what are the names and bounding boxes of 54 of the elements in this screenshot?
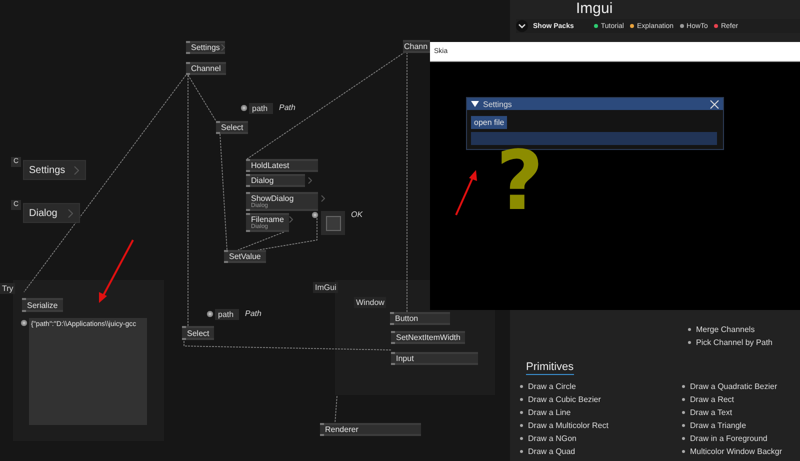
doc-link[interactable]: Draw a Circle (528, 382, 576, 391)
toggle-label: OK (351, 210, 363, 219)
doc-link[interactable]: Draw a Cubic Bezier (528, 395, 601, 404)
node[interactable]: Select (182, 326, 214, 340)
doc-link[interactable]: Merge Channels (696, 325, 755, 334)
toggle-checkbox[interactable] (321, 211, 345, 235)
doc-link[interactable]: Pick Channel by Path (696, 338, 772, 347)
doc-link[interactable]: Draw a Quadratic Bezier (690, 382, 778, 391)
collapse-triangle-icon[interactable] (471, 101, 479, 107)
close-icon[interactable] (710, 100, 719, 108)
node[interactable]: Chann (403, 40, 430, 53)
pin-label: Path (279, 103, 296, 112)
group-label: Window (354, 297, 386, 308)
node[interactable]: Button (390, 312, 450, 325)
doc-link[interactable]: Draw a Text (690, 408, 732, 417)
doc-link[interactable]: Draw a Line (528, 408, 571, 417)
node[interactable]: Select (216, 121, 248, 134)
node[interactable]: SetValue (224, 250, 266, 263)
doc-link[interactable]: Draw a NGon (528, 434, 576, 443)
doc-link[interactable]: Draw in a Foreground (690, 434, 768, 443)
page-heading: Imgui (575, 1, 614, 17)
group-label: ImGui (313, 282, 338, 293)
pin-icon[interactable] (241, 105, 247, 111)
pin-label: Path (245, 309, 262, 318)
node[interactable]: Channel (186, 62, 226, 75)
pin-value[interactable]: path (249, 103, 273, 114)
group-label: Try (0, 283, 16, 294)
chevron-down-icon (516, 20, 528, 32)
doc-link[interactable]: Draw a Quad (528, 447, 576, 456)
node[interactable]: Input (391, 352, 478, 365)
node[interactable]: HoldLatest (246, 159, 318, 172)
section-heading: Primitives (526, 361, 574, 375)
node[interactable]: Serialize (22, 298, 63, 312)
node[interactable]: Settings (186, 41, 225, 54)
pin-icon[interactable] (207, 311, 213, 317)
doc-link[interactable]: Draw a Rect (690, 395, 734, 404)
create-node[interactable]: Dialog (23, 203, 80, 223)
node[interactable]: SetNextItemWidth (391, 331, 466, 344)
input-field[interactable] (471, 132, 717, 145)
pin-icon[interactable] (312, 212, 318, 218)
doc-link[interactable]: Multicolor Window Backgr (690, 447, 782, 456)
chevron-icon (68, 209, 73, 218)
question-mark: ? (496, 137, 544, 227)
open-file-button[interactable]: open file (471, 116, 508, 129)
pin-value[interactable]: path (215, 309, 239, 320)
annotation-arrow (99, 240, 134, 303)
create-node[interactable]: Settings (23, 160, 86, 180)
doc-link[interactable]: Draw a Multicolor Rect (528, 421, 608, 430)
settings-window-title: Settings (483, 100, 513, 108)
node[interactable]: Dialog (246, 174, 305, 187)
annotation-arrow (455, 170, 477, 216)
doc-link[interactable]: Draw a Triangle (690, 421, 746, 430)
node[interactable]: Renderer (320, 423, 421, 436)
chevron-icon (74, 166, 79, 175)
